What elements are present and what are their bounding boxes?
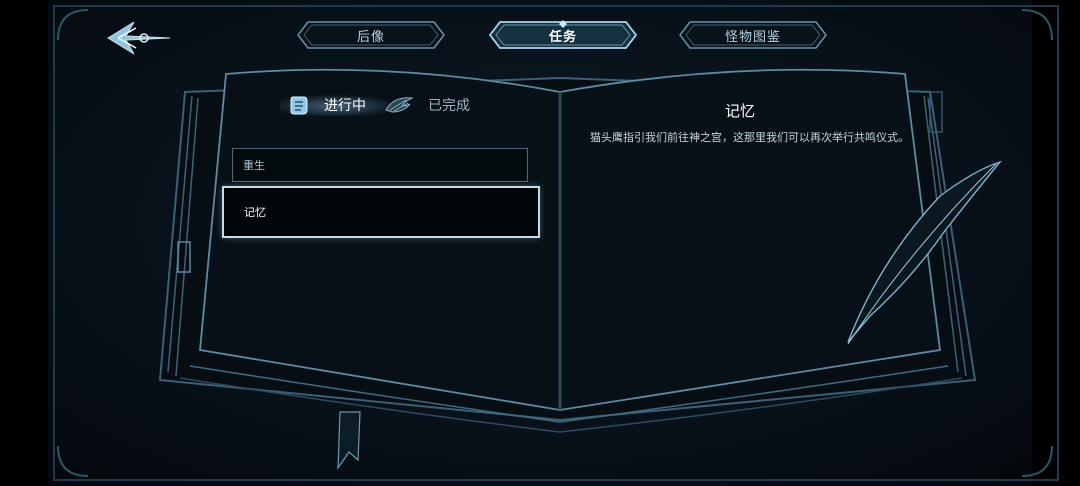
quest-list-item-selected[interactable]: 记忆 [222,186,540,238]
tab-afterimage[interactable]: 后像 [296,20,446,50]
back-button[interactable] [104,16,174,60]
journal-book-illustration [53,5,1059,481]
scroll-icon [290,96,308,115]
wing-icon [385,97,414,113]
subtab-in-progress[interactable]: 进行中 [280,92,400,118]
subtab-in-progress-label: 进行中 [324,98,366,114]
ornate-arrow-back-icon [107,21,171,55]
quest-detail-title: 记忆 [724,102,755,120]
tab-bestiary-label: 怪物图鉴 [724,29,781,45]
quest-name: 重生 [243,159,265,172]
tab-bestiary[interactable]: 怪物图鉴 [678,20,828,50]
tab-quests-label: 任务 [548,29,577,45]
quest-list-item[interactable]: 重生 [232,148,528,182]
tab-quests[interactable]: 任务 [488,20,638,50]
quest-detail-description: 猫头鹰指引我们前往神之宫，这那里我们可以再次举行共鸣仪式。 [590,131,909,144]
subtab-completed[interactable]: 已完成 [384,92,470,118]
tab-afterimage-label: 后像 [356,29,385,45]
subtab-completed-label: 已完成 [428,98,470,114]
quest-name: 记忆 [244,206,266,219]
game-screen: 后像 任务 怪物图鉴 进行中 已完成 重生 记忆 记忆 猫头鹰指引我们前往神之宫… [0,0,1080,486]
